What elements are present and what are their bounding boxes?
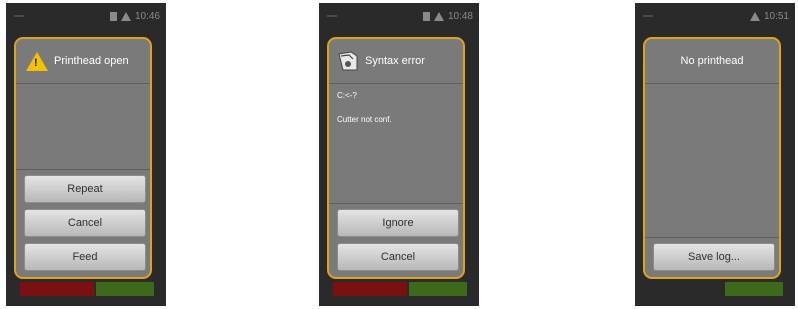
ignore-button[interactable]: Ignore	[337, 209, 459, 237]
status-indicator	[14, 15, 24, 17]
network-icon	[433, 12, 444, 21]
header-divider	[16, 83, 150, 84]
status-bar: 10:48	[319, 3, 479, 31]
save-log-button[interactable]: Save log...	[653, 243, 775, 271]
key-left	[649, 282, 723, 296]
dialog-title: Printhead open	[54, 55, 129, 67]
status-bar: 10:46	[6, 3, 166, 31]
warning-icon: !	[26, 51, 48, 71]
red-key	[20, 282, 94, 296]
dialog-header: ! Printhead open	[16, 39, 150, 83]
button-area-divider	[645, 237, 779, 238]
header-divider	[329, 83, 463, 84]
button-area-divider	[16, 169, 150, 170]
status-indicator	[327, 15, 337, 17]
network-icon	[120, 12, 131, 21]
bottom-bar	[6, 278, 166, 306]
clock: 10:48	[447, 11, 473, 22]
repeat-button[interactable]: Repeat	[24, 175, 146, 203]
error-message-detail: Cutter not conf.	[337, 115, 392, 124]
dialog-no-printhead: No printhead Save log...	[643, 37, 781, 279]
button-area-divider	[329, 203, 463, 204]
bottom-bar	[635, 278, 795, 306]
dialog-header: No printhead	[645, 39, 779, 83]
cancel-button[interactable]: Cancel	[337, 243, 459, 271]
status-indicator	[643, 15, 653, 17]
feed-button[interactable]: Feed	[24, 243, 146, 271]
printer-screen-syntax-error: 10:48 Syntax error C:<-? Cutter not conf…	[319, 3, 479, 306]
network-icon	[749, 12, 760, 21]
green-key	[96, 282, 154, 296]
dialog-header: Syntax error	[329, 39, 463, 83]
printer-screen-no-printhead: 10:51 No printhead Save log...	[635, 3, 795, 306]
dialog-title: Syntax error	[365, 55, 425, 67]
bottom-bar	[319, 278, 479, 306]
cancel-button[interactable]: Cancel	[24, 209, 146, 237]
error-message-code: C:<-?	[337, 91, 357, 100]
dialog-printhead-open: ! Printhead open Repeat Cancel Feed	[14, 37, 152, 279]
syntax-error-icon	[338, 51, 358, 71]
clock: 10:51	[763, 11, 789, 22]
status-bar: 10:51	[635, 3, 795, 31]
memory-card-icon	[422, 12, 430, 21]
dialog-title: No printhead	[680, 55, 744, 67]
memory-card-icon	[109, 12, 117, 21]
dialog-syntax-error: Syntax error C:<-? Cutter not conf. Igno…	[327, 37, 465, 279]
red-key	[333, 282, 407, 296]
clock: 10:46	[134, 11, 160, 22]
printer-screen-printhead-open: 10:46 ! Printhead open Repeat Cancel Fee…	[6, 3, 166, 306]
green-key	[725, 282, 783, 296]
green-key	[409, 282, 467, 296]
header-divider	[645, 83, 779, 84]
